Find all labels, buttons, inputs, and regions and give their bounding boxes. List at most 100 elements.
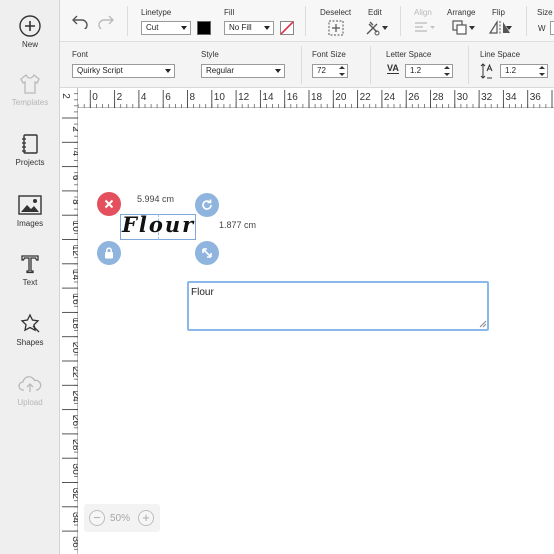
edit-tools-icon[interactable] (365, 20, 389, 36)
stepper-arrows-icon[interactable] (339, 66, 345, 76)
sidebar-item-images[interactable]: Images (0, 193, 60, 243)
ruler-label: 0 (92, 92, 98, 103)
vertical-ruler-ticks: 24681012141618202224262830323436382 (60, 93, 81, 550)
tshirt-icon (20, 73, 40, 94)
line-space-input[interactable]: 1.2 (500, 64, 548, 78)
linetype-select[interactable]: Cut (141, 21, 191, 35)
font-select[interactable]: Quirky Script (72, 64, 175, 78)
align-icon[interactable] (414, 21, 436, 35)
toolbar-divider (526, 6, 527, 36)
flip-icon[interactable] (488, 20, 514, 36)
fill-value: No Fill (229, 23, 252, 32)
ruler-label: 6 (70, 175, 78, 181)
sidebar-item-label: Text (22, 278, 38, 287)
sidebar-item-label: New (21, 40, 38, 49)
zoom-control: − 50% + (84, 504, 160, 532)
ruler-label: 8 (190, 92, 196, 103)
arrange-icon[interactable] (452, 20, 476, 36)
top-toolbar: Linetype Cut Fill No Fill Deselect Edit … (60, 0, 554, 42)
zoom-out-button[interactable]: − (89, 510, 105, 526)
canvas-area[interactable] (79, 109, 554, 554)
ruler-label: 32 (70, 488, 78, 500)
sidebar-item-projects[interactable]: Projects (0, 132, 60, 182)
text-object-preview[interactable]: Flour (122, 212, 195, 237)
letter-space-label: Letter Space (386, 50, 432, 59)
chevron-down-icon (165, 69, 171, 73)
ruler-label: 22 (360, 92, 372, 103)
linetype-value: Cut (146, 23, 159, 32)
ruler-label: 18 (311, 92, 323, 103)
delete-handle[interactable] (97, 192, 121, 216)
style-select[interactable]: Regular (201, 64, 285, 78)
ruler-label: 32 (481, 92, 493, 103)
size-w-label: W (538, 24, 546, 33)
toolbar-divider (370, 46, 371, 84)
chevron-down-icon (275, 69, 281, 73)
ruler-label: 28 (433, 92, 445, 103)
font-value: Quirky Script (77, 66, 123, 75)
toolbar-divider (305, 6, 306, 36)
redo-icon[interactable] (97, 13, 115, 29)
ruler-label: 2 (60, 93, 71, 99)
size-label: Size (537, 8, 553, 17)
text-edit-input[interactable] (187, 281, 489, 331)
vertical-ruler: 24681012141618202224262830323436382 (60, 88, 81, 554)
sidebar-item-new[interactable]: New (0, 14, 60, 64)
line-space-icon (480, 63, 493, 79)
ruler-label: 12 (70, 245, 78, 257)
rotate-handle[interactable] (195, 193, 219, 217)
sidebar-item-upload[interactable]: Upload (0, 372, 60, 422)
sidebar-item-label: Upload (17, 398, 43, 407)
align-label: Align (414, 8, 432, 17)
sidebar-item-shapes[interactable]: Shapes (0, 312, 60, 362)
chevron-down-icon (181, 26, 187, 30)
line-space-value: 1.2 (505, 66, 517, 75)
font-size-label: Font Size (312, 50, 346, 59)
linetype-label: Linetype (141, 8, 172, 17)
lock-handle[interactable] (97, 241, 121, 265)
toolbar-divider (301, 46, 302, 84)
ruler-label: 24 (384, 92, 396, 103)
font-size-input[interactable]: 72 (312, 64, 348, 78)
shapes-icon (20, 313, 40, 333)
ruler-label: 14 (70, 269, 78, 281)
deselect-icon[interactable] (328, 20, 344, 36)
ruler-label: 26 (408, 92, 420, 103)
linetype-color-swatch[interactable] (197, 21, 211, 35)
ruler-label: 16 (287, 92, 299, 103)
fill-select[interactable]: No Fill (224, 21, 274, 35)
zoom-in-button[interactable]: + (138, 510, 154, 526)
ruler-label: 26 (70, 415, 78, 427)
stepper-arrows-icon[interactable] (539, 66, 545, 76)
ruler-label: 2 (117, 92, 123, 103)
ruler-label: 34 (70, 512, 78, 524)
letter-space-value: 1.2 (410, 66, 422, 75)
undo-icon[interactable] (71, 13, 89, 29)
deselect-label: Deselect (320, 8, 352, 17)
image-icon (18, 195, 42, 215)
ruler-label: 4 (70, 151, 78, 157)
size-width-input[interactable] (550, 21, 554, 35)
ruler-label: 20 (70, 342, 78, 354)
style-value: Regular (206, 66, 235, 75)
toolbar-divider (127, 6, 128, 36)
no-fill-swatch-icon[interactable] (280, 21, 294, 35)
rotate-icon (202, 199, 212, 210)
left-sidebar: New Templates Projects Images Text Shape… (0, 0, 60, 554)
flip-label: Flip (492, 8, 505, 17)
chevron-down-icon (264, 26, 270, 30)
ruler-label: 20 (335, 92, 347, 103)
resize-handle[interactable] (195, 241, 219, 265)
ruler-label: 30 (457, 92, 469, 103)
ruler-label: 6 (165, 92, 171, 103)
sidebar-item-templates[interactable]: Templates (0, 72, 60, 122)
sidebar-item-label: Shapes (16, 338, 44, 347)
ruler-label: 4 (141, 92, 147, 103)
width-dimension-label: 5.994 cm (137, 194, 175, 204)
ruler-label: 10 (70, 221, 78, 233)
sidebar-item-text[interactable]: Text (0, 252, 60, 302)
letter-space-input[interactable]: 1.2 (405, 64, 453, 78)
textarea-resize-grip-icon[interactable] (479, 320, 487, 328)
stepper-arrows-icon[interactable] (444, 66, 450, 76)
style-label: Style (201, 50, 219, 59)
